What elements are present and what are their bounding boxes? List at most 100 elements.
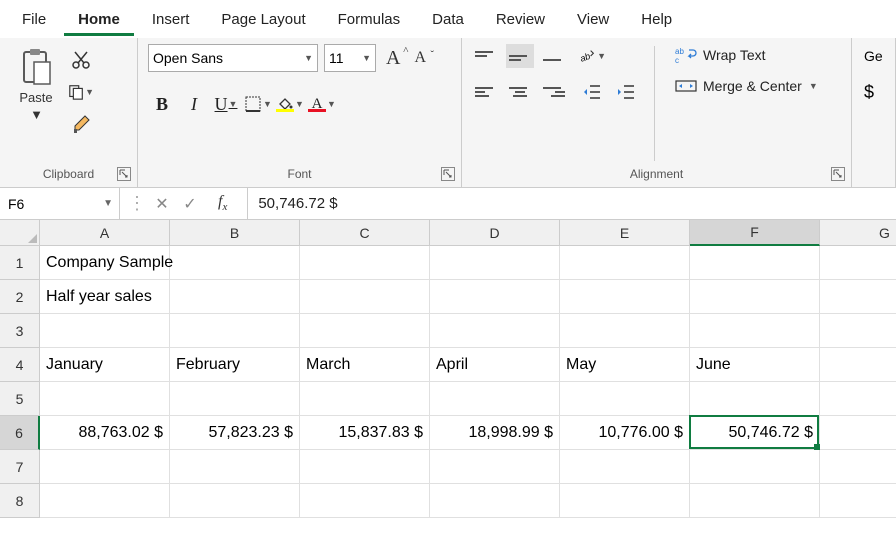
align-center-button[interactable]	[506, 80, 534, 104]
column-header[interactable]: G	[820, 220, 896, 246]
cell-A3[interactable]	[40, 314, 170, 348]
cell-D8[interactable]	[430, 484, 560, 518]
cut-button[interactable]	[68, 48, 94, 72]
cell-A7[interactable]	[40, 450, 170, 484]
cancel-formula-button[interactable]: ✕	[150, 194, 174, 214]
row-header[interactable]: 2	[0, 280, 40, 314]
decrease-font-button[interactable]: Aˇ	[410, 49, 430, 67]
border-button[interactable]: ▼	[244, 90, 272, 118]
dialog-launcher-alignment[interactable]	[831, 167, 845, 181]
paste-button[interactable]: Paste ▼	[10, 44, 62, 163]
cell-C4[interactable]: March	[300, 348, 430, 382]
column-header[interactable]: F	[690, 220, 820, 246]
font-size-select[interactable]: 11 ▼	[324, 44, 376, 72]
menu-file[interactable]: File	[8, 3, 60, 36]
cell-F4[interactable]: June	[690, 348, 820, 382]
increase-indent-button[interactable]	[612, 80, 640, 104]
cell-E8[interactable]	[560, 484, 690, 518]
cell-C1[interactable]	[300, 246, 430, 280]
font-name-select[interactable]: Open Sans ▼	[148, 44, 318, 72]
currency-button-partial[interactable]: $	[864, 82, 895, 103]
row-header[interactable]: 5	[0, 382, 40, 416]
dialog-launcher-font[interactable]	[441, 167, 455, 181]
increase-font-button[interactable]: A^	[382, 47, 404, 70]
merge-center-button[interactable]: Merge & Center ▼	[675, 78, 818, 94]
format-painter-button[interactable]	[68, 112, 94, 136]
number-format-partial[interactable]: Ge	[864, 48, 895, 64]
menu-page-layout[interactable]: Page Layout	[207, 3, 319, 36]
cell-B5[interactable]	[170, 382, 300, 416]
cell-E4[interactable]: May	[560, 348, 690, 382]
cell-E3[interactable]	[560, 314, 690, 348]
cell-C5[interactable]	[300, 382, 430, 416]
row-header[interactable]: 1	[0, 246, 40, 280]
column-header[interactable]: B	[170, 220, 300, 246]
cell-C3[interactable]	[300, 314, 430, 348]
name-box-input[interactable]	[0, 188, 97, 219]
row-header[interactable]: 3	[0, 314, 40, 348]
menu-help[interactable]: Help	[627, 3, 686, 36]
cell-G2[interactable]	[820, 280, 896, 314]
cells-area[interactable]: Company SampleHalf year salesJanuaryFebr…	[40, 246, 896, 518]
underline-button[interactable]: U▼	[212, 90, 240, 118]
align-bottom-button[interactable]	[540, 44, 568, 68]
cell-A8[interactable]	[40, 484, 170, 518]
menu-home[interactable]: Home	[64, 3, 134, 36]
cell-B7[interactable]	[170, 450, 300, 484]
cell-B4[interactable]: February	[170, 348, 300, 382]
cell-C7[interactable]	[300, 450, 430, 484]
formula-input[interactable]: 50,746.72 $	[248, 195, 896, 212]
cell-F5[interactable]	[690, 382, 820, 416]
cell-A4[interactable]: January	[40, 348, 170, 382]
cell-G1[interactable]	[820, 246, 896, 280]
cell-E5[interactable]	[560, 382, 690, 416]
cell-B3[interactable]	[170, 314, 300, 348]
cell-A6[interactable]: 88,763.02 $	[40, 416, 170, 450]
cell-G3[interactable]	[820, 314, 896, 348]
orientation-button[interactable]: ab ▼	[578, 44, 606, 68]
cell-D1[interactable]	[430, 246, 560, 280]
row-header[interactable]: 4	[0, 348, 40, 382]
cell-D3[interactable]	[430, 314, 560, 348]
copy-button[interactable]: ▼	[68, 80, 94, 104]
select-all-corner[interactable]	[0, 220, 40, 246]
cell-B1[interactable]	[170, 246, 300, 280]
dialog-launcher-clipboard[interactable]	[117, 167, 131, 181]
column-header[interactable]: C	[300, 220, 430, 246]
cell-E1[interactable]	[560, 246, 690, 280]
cell-G4[interactable]	[820, 348, 896, 382]
cell-F3[interactable]	[690, 314, 820, 348]
chevron-down-icon[interactable]: ▼	[97, 198, 119, 209]
cell-G7[interactable]	[820, 450, 896, 484]
cell-E2[interactable]	[560, 280, 690, 314]
cell-A2[interactable]: Half year sales	[40, 280, 170, 314]
align-right-button[interactable]	[540, 80, 568, 104]
cell-F1[interactable]	[690, 246, 820, 280]
cell-D2[interactable]	[430, 280, 560, 314]
italic-button[interactable]: I	[180, 90, 208, 118]
cell-E7[interactable]	[560, 450, 690, 484]
font-color-button[interactable]: A ▼	[308, 90, 336, 118]
spreadsheet-grid[interactable]: ABCDEFG 12345678 Company SampleHalf year…	[0, 220, 896, 545]
column-header[interactable]: E	[560, 220, 690, 246]
cell-F8[interactable]	[690, 484, 820, 518]
menu-data[interactable]: Data	[418, 3, 478, 36]
fx-button[interactable]: fx	[206, 193, 239, 213]
cell-D4[interactable]: April	[430, 348, 560, 382]
cell-B8[interactable]	[170, 484, 300, 518]
cell-A5[interactable]	[40, 382, 170, 416]
menu-review[interactable]: Review	[482, 3, 559, 36]
cell-C8[interactable]	[300, 484, 430, 518]
align-middle-button[interactable]	[506, 44, 534, 68]
cell-B6[interactable]: 57,823.23 $	[170, 416, 300, 450]
cell-G8[interactable]	[820, 484, 896, 518]
cell-B2[interactable]	[170, 280, 300, 314]
column-header[interactable]: D	[430, 220, 560, 246]
cell-G5[interactable]	[820, 382, 896, 416]
cell-E6[interactable]: 10,776.00 $	[560, 416, 690, 450]
cell-F6[interactable]: 50,746.72 $	[690, 416, 820, 450]
cell-C6[interactable]: 15,837.83 $	[300, 416, 430, 450]
align-top-button[interactable]	[472, 44, 500, 68]
cell-F2[interactable]	[690, 280, 820, 314]
name-box[interactable]: ▼	[0, 188, 120, 219]
